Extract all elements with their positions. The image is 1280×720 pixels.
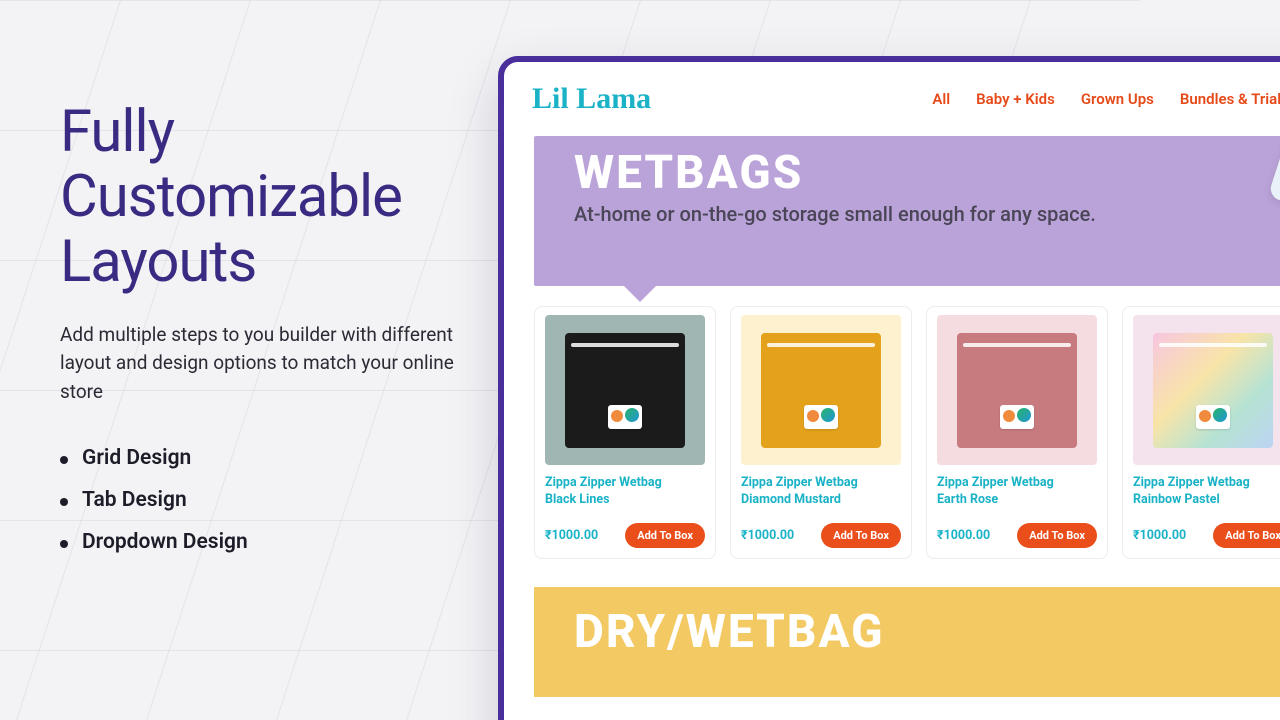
store-body: WETBAGS At-home or on-the-go storage sma…: [504, 136, 1280, 697]
product-footer: ₹1000.00 Add To Box: [545, 523, 705, 548]
wetbag-icon: [761, 333, 881, 448]
marketing-column: Fully Customizable Layouts Add multiple …: [60, 100, 470, 572]
product-card[interactable]: Zippa Zipper Wetbag Earth Rose ₹1000.00 …: [926, 306, 1108, 559]
wetbag-icon: [957, 333, 1077, 448]
banner-title: WETBAGS: [574, 146, 1280, 200]
product-variant: Earth Rose: [937, 492, 998, 507]
product-footer: ₹1000.00 Add To Box: [741, 523, 901, 548]
product-price: ₹1000.00: [937, 528, 990, 543]
product-price: ₹1000.00: [545, 528, 598, 543]
banner-title: DRY/WETBAG: [574, 605, 1280, 659]
category-banner-drywetbag: DRY/WETBAG: [534, 587, 1280, 697]
product-footer: ₹1000.00 Add To Box: [937, 523, 1097, 548]
product-variant: Rainbow Pastel: [1133, 492, 1220, 507]
product-name: Zippa Zipper Wetbag: [937, 475, 1054, 490]
product-name: Zippa Zipper Wetbag: [1133, 475, 1250, 490]
product-tag-icon: [608, 405, 642, 429]
product-card[interactable]: Zippa Zipper Wetbag Black Lines ₹1000.00…: [534, 306, 716, 559]
wetbag-icon: [1153, 333, 1273, 448]
bullet-item: Dropdown Design: [60, 530, 470, 554]
store-header: Lil Lama All Baby + Kids Grown Ups Bundl…: [504, 62, 1280, 136]
product-image: [545, 315, 705, 465]
wetbag-icon: [565, 333, 685, 448]
product-title: Zippa Zipper Wetbag Rainbow Pastel: [1133, 475, 1280, 509]
marketing-subhead: Add multiple steps to you builder with d…: [60, 321, 470, 407]
product-image: [741, 315, 901, 465]
add-to-box-button[interactable]: Add To Box: [1017, 523, 1097, 548]
marketing-headline: Fully Customizable Layouts: [60, 100, 470, 295]
product-name: Zippa Zipper Wetbag: [741, 475, 858, 490]
marketing-bullets: Grid Design Tab Design Dropdown Design: [60, 446, 470, 554]
product-title: Zippa Zipper Wetbag Earth Rose: [937, 475, 1097, 509]
product-card[interactable]: Zippa Zipper Wetbag Rainbow Pastel ₹1000…: [1122, 306, 1280, 559]
add-to-box-button[interactable]: Add To Box: [821, 523, 901, 548]
add-to-box-button[interactable]: Add To Box: [625, 523, 705, 548]
product-variant: Diamond Mustard: [741, 492, 841, 507]
product-image: [1133, 315, 1280, 465]
store-nav: All Baby + Kids Grown Ups Bundles & Tria…: [932, 90, 1280, 108]
product-variant: Black Lines: [545, 492, 610, 507]
bullet-item: Tab Design: [60, 488, 470, 512]
product-price: ₹1000.00: [1133, 528, 1186, 543]
product-title: Zippa Zipper Wetbag Black Lines: [545, 475, 705, 509]
product-footer: ₹1000.00 Add To Box: [1133, 523, 1280, 548]
nav-item-bundles-trials[interactable]: Bundles & Trials: [1180, 90, 1280, 108]
product-image: [937, 315, 1097, 465]
store-preview-window: Lil Lama All Baby + Kids Grown Ups Bundl…: [498, 56, 1280, 720]
product-title: Zippa Zipper Wetbag Diamond Mustard: [741, 475, 901, 509]
product-tag-icon: [1000, 405, 1034, 429]
product-tag-icon: [1196, 405, 1230, 429]
product-tag-icon: [804, 405, 838, 429]
banner-subtitle: At-home or on-the-go storage small enoug…: [574, 202, 1280, 226]
nav-item-all[interactable]: All: [932, 90, 950, 108]
product-price: ₹1000.00: [741, 528, 794, 543]
add-to-box-button[interactable]: Add To Box: [1213, 523, 1280, 548]
category-banner-wetbags: WETBAGS At-home or on-the-go storage sma…: [534, 136, 1280, 286]
product-card[interactable]: Zippa Zipper Wetbag Diamond Mustard ₹100…: [730, 306, 912, 559]
bullet-item: Grid Design: [60, 446, 470, 470]
product-grid: Zippa Zipper Wetbag Black Lines ₹1000.00…: [534, 306, 1280, 559]
nav-item-grown-ups[interactable]: Grown Ups: [1081, 90, 1154, 108]
product-name: Zippa Zipper Wetbag: [545, 475, 662, 490]
nav-item-baby-kids[interactable]: Baby + Kids: [976, 90, 1055, 108]
store-brand[interactable]: Lil Lama: [532, 82, 651, 116]
